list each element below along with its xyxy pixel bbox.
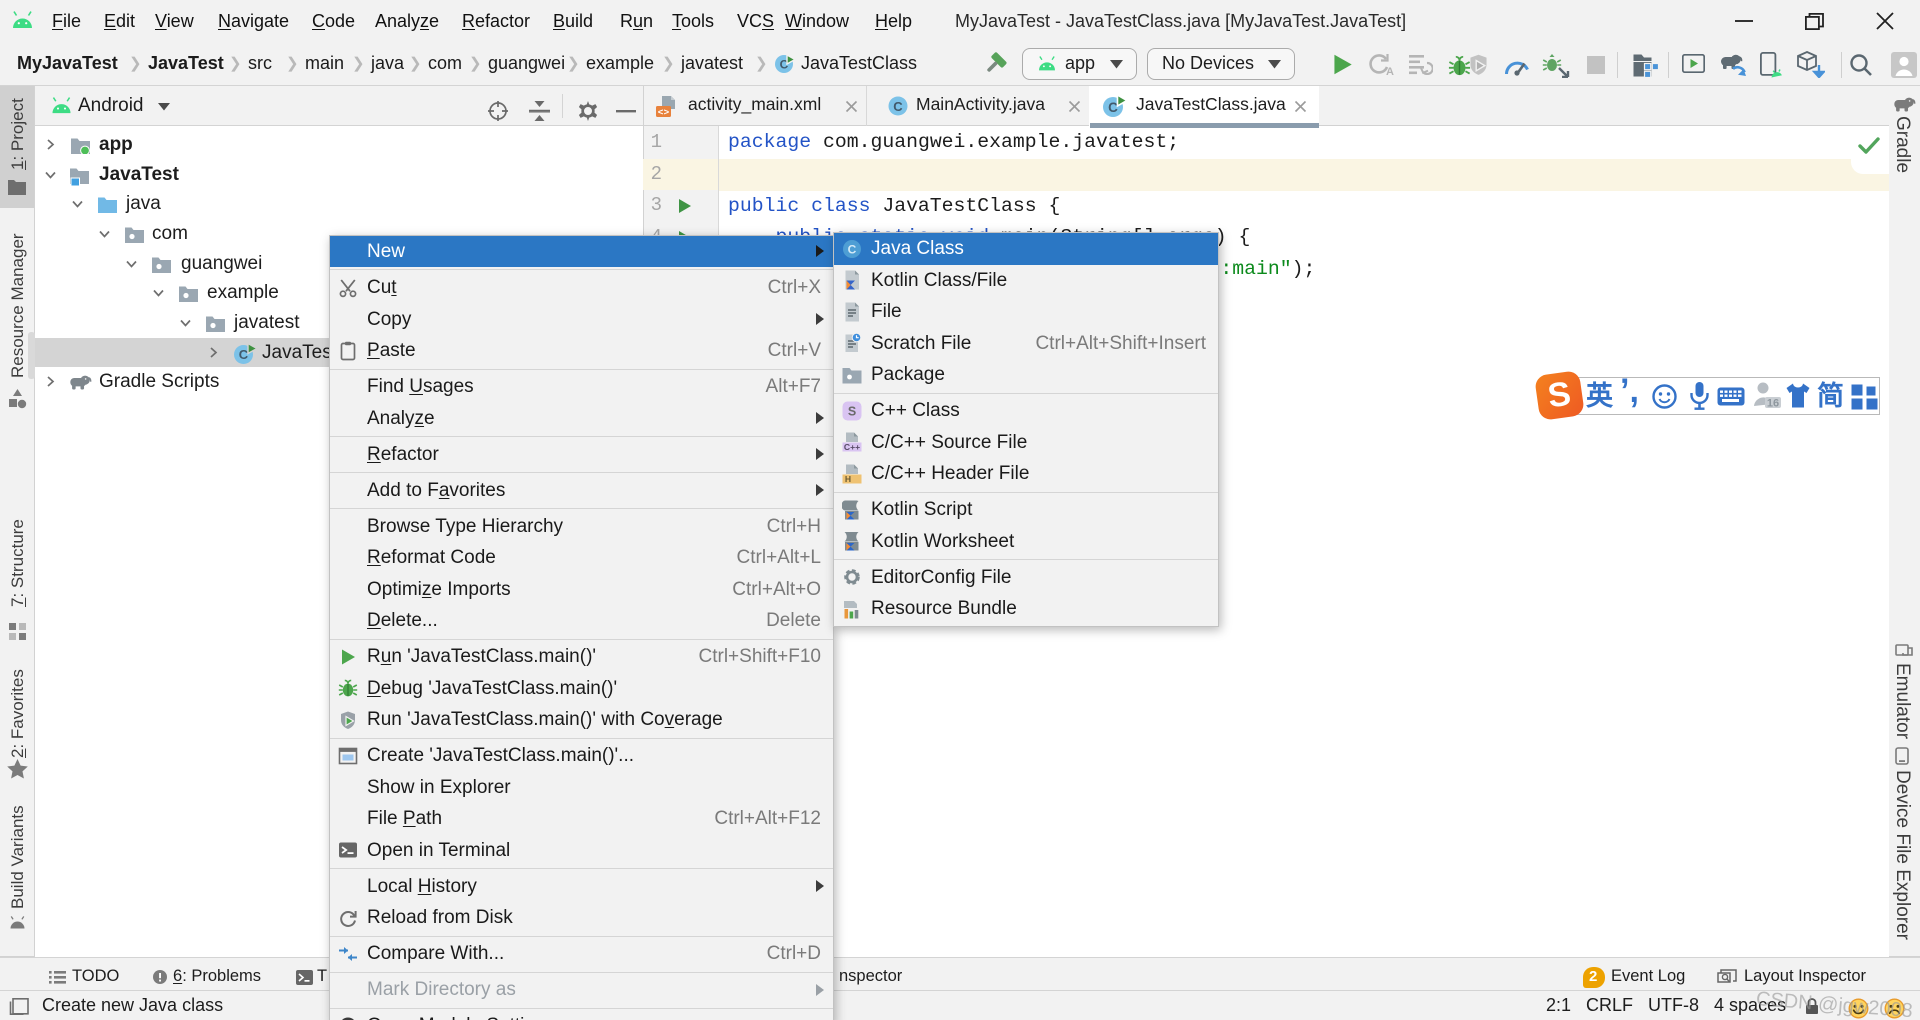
svg-text:S: S [848,404,856,418]
svg-text:C: C [893,99,903,114]
svg-text:C: C [848,242,857,256]
svg-text:<>: <> [658,107,670,118]
svg-text:H: H [845,474,851,484]
svg-text:C: C [1108,100,1118,115]
svg-text:A: A [1386,66,1394,77]
svg-text:C++: C++ [844,442,860,452]
svg-text:16: 16 [1767,398,1779,410]
